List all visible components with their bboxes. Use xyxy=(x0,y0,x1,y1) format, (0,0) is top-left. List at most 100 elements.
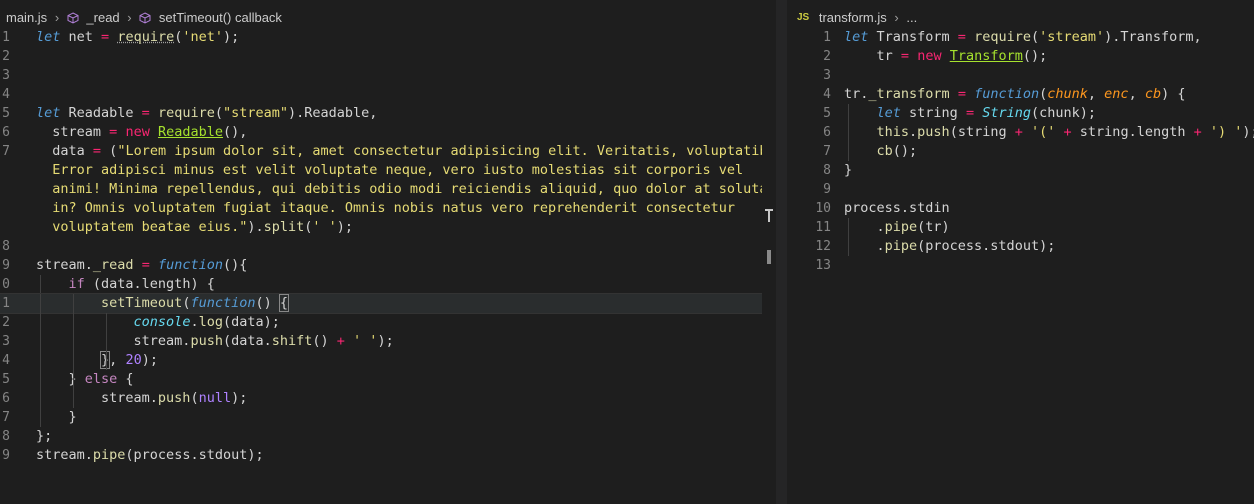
code-text[interactable]: tr = new Transform(); xyxy=(844,47,1048,66)
code-text[interactable]: in? Omnis voluptatem fugiat itaque. Omni… xyxy=(36,199,735,218)
code-line[interactable]: 7 data = ("Lorem ipsum dolor sit, amet c… xyxy=(0,142,776,161)
code-line[interactable]: 1 setTimeout(function() { xyxy=(0,293,776,314)
line-number: 0 xyxy=(2,277,10,292)
line-number: 8 xyxy=(823,163,831,178)
code-line[interactable]: animi! Minima repellendus, qui debitis o… xyxy=(0,180,776,199)
code-token: voluptatem beatae eius." xyxy=(36,219,248,235)
code-text[interactable]: tr._transform = function(chunk, enc, cb)… xyxy=(844,85,1185,104)
code-token: }; xyxy=(36,428,53,444)
left-editor-pane[interactable]: main.js › _read › setTimeout() callback … xyxy=(0,0,776,504)
line-number: 9 xyxy=(2,258,10,273)
code-token: = xyxy=(957,86,966,102)
code-line[interactable]: 1 let Transform = require('stream').Trans… xyxy=(787,28,1254,47)
code-text[interactable]: stream.push(null); xyxy=(36,389,247,408)
code-line[interactable]: 12 .pipe(process.stdout); xyxy=(787,237,1254,256)
code-text[interactable]: }, 20); xyxy=(36,351,158,370)
code-line[interactable]: 7 cb(); xyxy=(787,142,1254,161)
line-number: 13 xyxy=(815,258,831,273)
code-line[interactable]: in? Omnis voluptatem fugiat itaque. Omni… xyxy=(0,199,776,218)
code-line[interactable]: 13 xyxy=(787,256,1254,275)
code-text[interactable]: Error adipisci minus est velit voluptate… xyxy=(36,161,743,180)
code-text[interactable]: .pipe(process.stdout); xyxy=(844,237,1056,256)
code-line[interactable]: 11 .pipe(tr) xyxy=(787,218,1254,237)
code-text[interactable]: .pipe(tr) xyxy=(844,218,950,237)
code-area-main[interactable]: 1 let net = require('net'); 2 3 4 5 let Readab… xyxy=(0,28,776,465)
line-number: 1 xyxy=(2,296,10,311)
code-token: (data); xyxy=(222,314,280,330)
code-line[interactable]: 8}; xyxy=(0,427,776,446)
code-text[interactable]: }; xyxy=(36,427,52,446)
code-line[interactable]: 4 }, 20); xyxy=(0,351,776,370)
editor-split-divider[interactable] xyxy=(776,0,787,504)
code-token: ( xyxy=(214,105,223,121)
code-text[interactable]: } else { xyxy=(36,370,134,389)
code-text[interactable]: } xyxy=(844,161,852,180)
code-text[interactable]: this.push(string + '(' + string.length +… xyxy=(844,123,1254,142)
code-text[interactable]: data = ("Lorem ipsum dolor sit, amet con… xyxy=(36,142,776,161)
code-line[interactable]: 3 xyxy=(787,66,1254,85)
code-token: ).Readable, xyxy=(288,105,378,121)
code-line[interactable]: 5 let Readable = require("stream").Readab… xyxy=(0,104,776,123)
code-line[interactable]: 6 this.push(string + '(' + string.length… xyxy=(787,123,1254,142)
code-line[interactable]: 0 if (data.length) { xyxy=(0,275,776,294)
code-token: let xyxy=(36,29,61,45)
vertical-scrollbar[interactable] xyxy=(762,30,776,504)
code-token: (string xyxy=(949,124,1015,140)
code-text[interactable]: let Transform = require('stream').Transf… xyxy=(844,28,1202,47)
code-line[interactable]: 5 } else { xyxy=(0,370,776,389)
code-token: stream. xyxy=(36,333,191,349)
code-line[interactable]: 8 xyxy=(0,237,776,256)
scrollbar-thumb[interactable] xyxy=(767,250,771,264)
code-line[interactable]: 4 xyxy=(0,85,776,104)
code-line[interactable]: 3 stream.push(data.shift() + ' '); xyxy=(0,332,776,351)
code-token: ); xyxy=(141,352,158,368)
code-line[interactable]: 6 stream.push(null); xyxy=(0,389,776,408)
code-token: Transform xyxy=(868,29,958,45)
code-line[interactable]: voluptatem beatae eius.").split(' '); xyxy=(0,218,776,237)
code-text[interactable]: } xyxy=(36,408,77,427)
code-text[interactable]: animi! Minima repellendus, qui debitis o… xyxy=(36,180,767,199)
code-token: string.length xyxy=(1071,124,1194,140)
code-text[interactable]: process.stdin xyxy=(844,199,950,218)
code-text[interactable]: let string = String(chunk); xyxy=(844,104,1097,123)
code-token: require xyxy=(974,29,1031,45)
code-token: } xyxy=(36,371,85,387)
code-line[interactable]: 2 tr = new Transform(); xyxy=(787,47,1254,66)
code-line[interactable]: 2 console.log(data); xyxy=(0,313,776,332)
code-text[interactable]: voluptatem beatae eius.").split(' '); xyxy=(36,218,353,237)
code-token: "Lorem ipsum dolor sit, amet consectetur… xyxy=(117,143,776,159)
line-number: 9 xyxy=(823,182,831,197)
code-line[interactable]: 9 xyxy=(787,180,1254,199)
code-line[interactable]: 6 stream = new Readable(), xyxy=(0,123,776,142)
right-editor-pane[interactable]: JS transform.js › ... 1 let Transform = r… xyxy=(787,0,1254,504)
code-line[interactable]: 9 stream.pipe(process.stdout); xyxy=(0,446,776,465)
code-token: require xyxy=(157,105,215,121)
code-line[interactable]: 3 xyxy=(0,66,776,85)
code-token: function xyxy=(974,86,1040,102)
code-text[interactable]: stream.pipe(process.stdout); xyxy=(36,446,264,465)
code-token: string xyxy=(900,105,966,121)
code-token: { xyxy=(117,371,134,387)
code-text[interactable]: if (data.length) { xyxy=(36,275,215,294)
code-text[interactable]: stream.push(data.shift() + ' '); xyxy=(36,332,394,351)
code-line[interactable]: 10 process.stdin xyxy=(787,199,1254,218)
code-line[interactable]: Error adipisci minus est velit voluptate… xyxy=(0,161,776,180)
code-line[interactable]: 4 tr._transform = function(chunk, enc, cb… xyxy=(787,85,1254,104)
code-line[interactable]: 8} xyxy=(787,161,1254,180)
code-token: pipe xyxy=(92,447,126,463)
code-text[interactable]: let Readable = require("stream").Readabl… xyxy=(36,104,377,123)
code-text[interactable]: stream._read = function(){ xyxy=(36,256,247,275)
code-line[interactable]: 5 let string = String(chunk); xyxy=(787,104,1254,123)
code-text[interactable]: setTimeout(function() { xyxy=(36,294,290,313)
code-token: = xyxy=(101,29,110,45)
code-line[interactable]: 7 } xyxy=(0,408,776,427)
code-line[interactable]: 2 xyxy=(0,47,776,66)
code-text[interactable]: stream = new Readable(), xyxy=(36,123,247,142)
code-line[interactable]: 1 let net = require('net'); xyxy=(0,28,776,47)
code-area-transform[interactable]: 1 let Transform = require('stream').Trans… xyxy=(787,28,1254,275)
code-line[interactable]: 9 stream._read = function(){ xyxy=(0,256,776,275)
code-text[interactable]: let net = require('net'); xyxy=(36,28,239,47)
code-token: = xyxy=(957,29,966,45)
code-text[interactable]: cb(); xyxy=(844,142,918,161)
code-token: else xyxy=(84,371,118,387)
